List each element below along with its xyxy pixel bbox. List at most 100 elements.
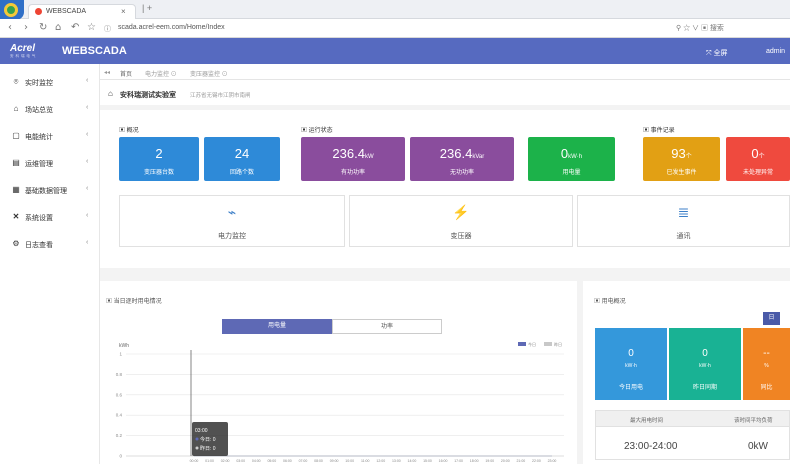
chart-y-axis-label: kWh — [119, 343, 129, 349]
sidebar-item-system-settings[interactable]: ✕ 系统设置 ‹ — [0, 207, 100, 227]
max-time-value: 23:00-24:00 — [624, 441, 678, 452]
chevron-left-icon: ‹ — [86, 239, 89, 246]
power-monitor-icon: ⌁ — [227, 204, 237, 220]
x-tick-label: 05:00 — [267, 459, 276, 463]
breadcrumb-back-icon[interactable]: ◂◂ — [104, 69, 110, 76]
server-icon: ≣ — [677, 204, 690, 220]
card-unit: 个 — [758, 154, 765, 160]
card-label: 变压器台数 — [143, 170, 174, 176]
chevron-left-icon: ‹ — [86, 131, 89, 138]
card-label: 用电量 — [562, 170, 581, 176]
x-tick-label: 03:00 — [236, 459, 245, 463]
breadcrumb-item[interactable]: 变压器监控 ⊙ — [190, 69, 228, 78]
y-tick-label: 1 — [119, 352, 122, 357]
card-value: 2 — [155, 146, 163, 161]
hourly-load-chart[interactable]: 1 0.8 0.6 0.4 0.2 0 00:00 01:00 02:00 03:00 04:00… — [104, 338, 574, 464]
toggle-energy[interactable]: 用电量 — [222, 319, 332, 334]
card-unit: kW — [364, 154, 374, 160]
circuit-count-card[interactable]: 24 回路个数 — [204, 137, 280, 181]
reactive-power-card[interactable]: 236.4kVar 无功功率 — [410, 137, 514, 181]
tab-favicon-icon — [35, 8, 42, 15]
y-tick-label: 0 — [119, 454, 122, 459]
yesterday-usage-stat: 0 kW·h 昨日同期 — [669, 328, 741, 400]
home-icon[interactable]: ⌂ — [55, 22, 61, 33]
stat-value: 0 — [628, 348, 634, 359]
fullscreen-icon: ⤧ — [706, 50, 714, 57]
sidebar-item-base-data[interactable]: ▦ 基础数据管理 ‹ — [0, 180, 100, 200]
browser-tab[interactable]: WEBSCADA × — [28, 4, 136, 19]
events-title: ▣ 事件记录 — [643, 128, 675, 134]
transformer-count-card[interactable]: 2 变压器台数 — [119, 137, 199, 181]
tools-icon: ✕ — [12, 212, 20, 221]
sidebar-item-label: 运维管理 — [25, 161, 53, 168]
address-right-icons[interactable]: ⚲ ☆ ∨ ▣ 搜索 — [676, 23, 724, 33]
chevron-left-icon: ‹ — [86, 158, 89, 165]
back-icon[interactable]: ‹ — [8, 22, 12, 33]
sidebar-item-log-view[interactable]: ⚙ 日志查看 ‹ — [0, 234, 100, 254]
app-name: WEBSCADA — [62, 45, 127, 57]
sidebar-item-energy-stats[interactable]: ▢ 电能统计 ‹ — [0, 126, 100, 146]
x-tick-label: 07:00 — [299, 459, 308, 463]
today-usage-stat: 0 kW·h 今日用电 — [595, 328, 667, 400]
chevron-left-icon: ‹ — [86, 212, 89, 219]
calendar-icon: ▦ — [12, 185, 20, 194]
sidebar-item-station-overview[interactable]: ⌂ 场站总览 ‹ — [0, 99, 100, 119]
x-tick-label: 09:00 — [330, 459, 339, 463]
sidebar-item-label: 日志查看 — [25, 242, 53, 249]
site-info-icon[interactable]: ⓘ — [104, 24, 111, 34]
tooltip-today: 今日: 0 — [200, 436, 216, 443]
yoy-stat: -- % 同比 — [743, 328, 790, 400]
period-day-button[interactable]: 日 — [763, 312, 780, 325]
shortcut-label: 电力监控 — [218, 233, 246, 240]
x-tick-label: 11:00 — [361, 459, 370, 463]
sidebar-item-label: 系统设置 — [25, 215, 53, 222]
x-tick-label: 20:00 — [501, 459, 510, 463]
site-name: 安科瑞测试实验室 — [120, 92, 176, 99]
usage-overview-title: ▣ 用电概况 — [594, 299, 626, 305]
communication-shortcut[interactable]: ≣ 通讯 — [577, 195, 790, 247]
station-icon: ⌂ — [13, 104, 19, 113]
x-tick-label: 01:00 — [205, 459, 214, 463]
x-tick-label: 12:00 — [376, 459, 385, 463]
x-tick-label: 14:00 — [408, 459, 417, 463]
card-unit: kW·h — [568, 154, 583, 160]
chevron-left-icon: ‹ — [86, 185, 89, 192]
gear-icon: ⚙ — [12, 239, 20, 248]
chart-y-ticks: 1 0.8 0.6 0.4 0.2 0 — [116, 352, 123, 459]
card-value: 236.4 — [439, 146, 473, 161]
breadcrumb-item[interactable]: 首页 — [120, 69, 132, 78]
breadcrumb-item[interactable]: 电力监控 ⊙ — [145, 69, 177, 78]
stat-unit: % — [764, 363, 769, 369]
chart-grid — [126, 353, 564, 457]
active-power-card[interactable]: 236.4kW 有功功率 — [301, 137, 405, 181]
shortcut-label: 通讯 — [676, 233, 691, 240]
power-monitor-shortcut[interactable]: ⌁ 电力监控 — [119, 195, 345, 247]
transformer-shortcut[interactable]: ⚡ 变压器 — [349, 195, 573, 247]
reload-icon[interactable]: ↻ — [39, 22, 47, 33]
forward-icon[interactable]: › — [24, 22, 28, 33]
sidebar-item-realtime-monitor[interactable]: ⌾ 实时监控 ‹ — [0, 72, 100, 92]
tab-close-icon[interactable]: × — [121, 7, 126, 16]
run-status-title-text: 运行状态 — [308, 128, 333, 134]
fullscreen-button[interactable]: ⤧ 全屏 — [706, 48, 728, 58]
events-occurred-card[interactable]: 93个 已发生事件 — [643, 137, 720, 181]
toggle-power[interactable]: 功率 — [332, 319, 442, 334]
x-tick-label: 23:00 — [548, 459, 557, 463]
chart-legend: 今日 昨日 — [518, 341, 562, 347]
monitor-icon: ⌾ — [13, 77, 19, 86]
x-tick-label: 16:00 — [439, 459, 448, 463]
transformer-icon: ⚡ — [452, 204, 470, 220]
card-value: 236.4 — [332, 146, 365, 161]
stat-unit: kW·h — [625, 363, 637, 369]
browser-logo-icon[interactable] — [0, 0, 24, 20]
unhandled-alarm-card[interactable]: 0个 未处理异常 — [726, 137, 790, 181]
url-input[interactable]: scada.acrel-eem.com/Home/Index — [118, 24, 225, 31]
user-menu[interactable]: admin — [766, 48, 785, 55]
sidebar-item-operations[interactable]: ▤ 运维管理 ‹ — [0, 153, 100, 173]
card-unit: kVar — [472, 154, 485, 160]
undo-icon[interactable]: ↶ — [71, 22, 79, 33]
y-tick-label: 0.6 — [116, 392, 123, 397]
energy-use-card[interactable]: 0kW·h 用电量 — [528, 137, 615, 181]
new-tab-button[interactable]: | + — [142, 3, 152, 13]
bookmark-star-icon[interactable]: ☆ — [87, 22, 96, 33]
